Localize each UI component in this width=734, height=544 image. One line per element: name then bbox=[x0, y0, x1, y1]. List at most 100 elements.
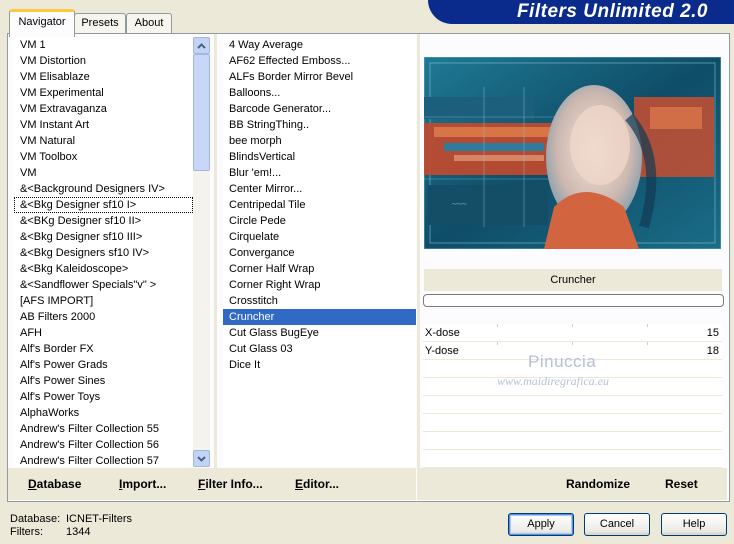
filters-list-item[interactable]: Centripedal Tile bbox=[223, 197, 416, 213]
slider-tick bbox=[497, 324, 498, 327]
category-scrollbar[interactable] bbox=[193, 37, 210, 467]
categories-list-item[interactable]: VM Natural bbox=[14, 133, 193, 149]
editor-button[interactable]: Editor... bbox=[295, 468, 339, 500]
filters-list-item[interactable]: Cut Glass BugEye bbox=[223, 325, 416, 341]
filters-list-item[interactable]: ALFs Border Mirror Bevel bbox=[223, 69, 416, 85]
tab-about[interactable]: About bbox=[126, 13, 172, 34]
tab-navigator[interactable]: Navigator bbox=[9, 9, 75, 37]
categories-list-item[interactable]: &<Sandflower Specials"v" > bbox=[14, 277, 193, 293]
reset-button[interactable]: Reset bbox=[665, 468, 698, 500]
preview-actions: Randomize Reset bbox=[420, 468, 727, 500]
label-rest: atabase bbox=[36, 477, 82, 491]
filters-list-item[interactable]: Convergance bbox=[223, 245, 416, 261]
categories-list-item[interactable]: &<Bkg Kaleidoscope> bbox=[14, 261, 193, 277]
filter-list[interactable]: 4 Way Average AF62 Effected Emboss... ALFs… bbox=[223, 37, 416, 467]
chevron-up-icon bbox=[197, 42, 206, 49]
app-title: Filters Unlimited 2.0 bbox=[516, 1, 708, 22]
tab-presets[interactable]: Presets bbox=[74, 13, 126, 34]
categories-list-item[interactable]: Alf's Power Grads bbox=[14, 357, 193, 373]
hotkey: D bbox=[28, 477, 37, 491]
categories-list-item[interactable]: VM Toolbox bbox=[14, 149, 193, 165]
filters-list-item[interactable]: BlindsVertical bbox=[223, 149, 416, 165]
scroll-down-button[interactable] bbox=[193, 450, 210, 467]
column-divider-left bbox=[214, 34, 217, 500]
categories-list-item[interactable]: VM Experimental bbox=[14, 85, 193, 101]
categories-list-item[interactable]: AB Filters 2000 bbox=[14, 309, 193, 325]
filters-list-item[interactable]: Cut Glass 03 bbox=[223, 341, 416, 357]
categories-list-item[interactable]: VM bbox=[14, 165, 193, 181]
selected-filter-label: Cruncher bbox=[424, 269, 722, 291]
param-row-empty bbox=[423, 450, 722, 468]
categories-list-item[interactable]: &<Bkg Designer sf10 I> bbox=[14, 197, 193, 213]
categories-list-item[interactable]: VM Instant Art bbox=[14, 117, 193, 133]
status-filters-label: Filters: bbox=[10, 526, 43, 538]
apply-button[interactable]: Apply bbox=[508, 513, 574, 536]
categories-list-item[interactable]: &<Bkg Designer sf10 III> bbox=[14, 229, 193, 245]
chevron-down-icon bbox=[197, 455, 206, 462]
categories-list-item[interactable]: Alf's Power Sines bbox=[14, 373, 193, 389]
filters-list-item[interactable]: Barcode Generator... bbox=[223, 101, 416, 117]
label-rest: ilter Info... bbox=[205, 477, 263, 491]
categories-list-item[interactable]: &<Bkg Designers sf10 IV> bbox=[14, 245, 193, 261]
categories-list-item[interactable]: &<BKg Designer sf10 II> bbox=[14, 213, 193, 229]
filters-list-item[interactable]: Cirquelate bbox=[223, 229, 416, 245]
navigator-actions: Database Import... Filter Info... Editor… bbox=[8, 468, 416, 500]
filters-list-item[interactable]: Corner Half Wrap bbox=[223, 261, 416, 277]
categories-list-item[interactable]: Andrew's Filter Collection 56 bbox=[14, 437, 193, 453]
watermark-url: www.maidiregrafica.eu bbox=[497, 374, 609, 388]
filters-list-item[interactable]: Dice It bbox=[223, 357, 416, 373]
categories-list-item[interactable]: [AFS IMPORT] bbox=[14, 293, 193, 309]
categories-list-item[interactable]: VM Extravaganza bbox=[14, 101, 193, 117]
scroll-thumb[interactable] bbox=[193, 54, 210, 171]
categories-list-item[interactable]: &<Background Designers IV> bbox=[14, 181, 193, 197]
randomize-button[interactable]: Randomize bbox=[566, 468, 630, 500]
param-value: 15 bbox=[706, 327, 719, 339]
filters-list-item[interactable]: Center Mirror... bbox=[223, 181, 416, 197]
database-button[interactable]: Database bbox=[28, 468, 81, 500]
filters-list-item[interactable]: BB StringThing.. bbox=[223, 117, 416, 133]
categories-list-item[interactable]: VM 1 bbox=[14, 37, 193, 53]
help-button[interactable]: Help bbox=[661, 513, 727, 536]
param-label: X-dose bbox=[425, 327, 460, 339]
filter-preview-image: ~~~ bbox=[424, 57, 721, 249]
filters-list-item[interactable]: 4 Way Average bbox=[223, 37, 416, 53]
slider-tick bbox=[497, 342, 498, 345]
categories-list-item[interactable]: Andrew's Filter Collection 55 bbox=[14, 421, 193, 437]
filters-list-item[interactable]: bee morph bbox=[223, 133, 416, 149]
categories-list-item[interactable]: Alf's Power Toys bbox=[14, 389, 193, 405]
param-row-empty bbox=[423, 414, 722, 432]
category-list[interactable]: VM 1 VM Distortion VM Elisablaze VM Experim… bbox=[14, 37, 193, 467]
filters-list-item[interactable]: Blur 'em!... bbox=[223, 165, 416, 181]
svg-text:~~~: ~~~ bbox=[452, 199, 467, 209]
categories-list-item[interactable]: AFH bbox=[14, 325, 193, 341]
scroll-up-button[interactable] bbox=[193, 37, 210, 54]
parameters-panel: X-dose 15 Y-dose 18 bbox=[423, 324, 722, 468]
categories-list-item[interactable]: VM Elisablaze bbox=[14, 69, 193, 85]
status-database-label: Database: bbox=[10, 513, 61, 525]
filters-list-item[interactable]: Corner Right Wrap bbox=[223, 277, 416, 293]
filters-list-item[interactable]: Balloons... bbox=[223, 85, 416, 101]
import-button[interactable]: Import... bbox=[119, 468, 166, 500]
slider-tick bbox=[647, 324, 648, 327]
slider-tick bbox=[647, 342, 648, 345]
status-database-value: ICNET-Filters bbox=[66, 513, 132, 525]
filters-unlimited-window: { "app": { "title": "Filters Unlimited 2… bbox=[0, 0, 734, 544]
param-row-x-dose[interactable]: X-dose 15 bbox=[423, 324, 722, 342]
filters-list-item[interactable]: AF62 Effected Emboss... bbox=[223, 53, 416, 69]
watermark-name: Pinuccia bbox=[528, 352, 597, 371]
progress-bar bbox=[423, 294, 724, 307]
slider-tick bbox=[572, 342, 573, 345]
label-rest: ditor... bbox=[303, 477, 340, 491]
categories-list-item[interactable]: AlphaWorks bbox=[14, 405, 193, 421]
categories-list-item[interactable]: Andrew's Filter Collection 57 bbox=[14, 453, 193, 467]
cancel-button[interactable]: Cancel bbox=[584, 513, 650, 536]
status-filters-value: 1344 bbox=[66, 526, 91, 538]
filters-list-item[interactable]: Crosstitch bbox=[223, 293, 416, 309]
categories-list-item[interactable]: Alf's Border FX bbox=[14, 341, 193, 357]
categories-list-item[interactable]: VM Distortion bbox=[14, 53, 193, 69]
param-label: Y-dose bbox=[425, 345, 459, 357]
filters-list-item[interactable]: Cruncher bbox=[223, 309, 416, 325]
filter-info-button[interactable]: Filter Info... bbox=[198, 468, 263, 500]
column-divider-right bbox=[417, 34, 420, 500]
filters-list-item[interactable]: Circle Pede bbox=[223, 213, 416, 229]
